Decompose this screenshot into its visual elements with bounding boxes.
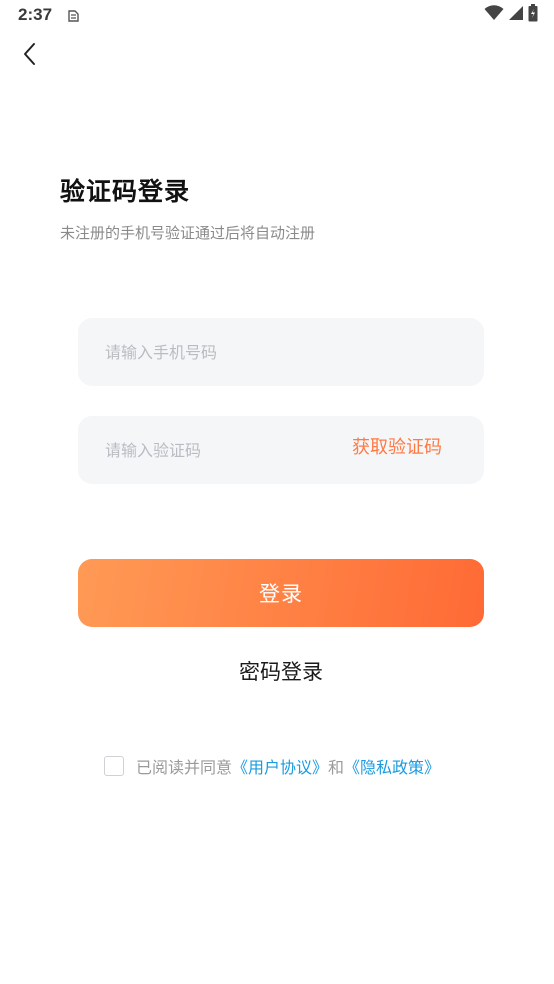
wifi-icon (484, 5, 504, 25)
password-login-link[interactable]: 密码登录 (0, 656, 554, 686)
code-field: 获取验证码 (78, 416, 484, 484)
agreement-and: 和 (328, 758, 345, 777)
page-subtitle: 未注册的手机号验证通过后将自动注册 (60, 224, 316, 242)
agreement-row: 已阅读并同意 《用户协议》 和 《隐私政策》 (104, 754, 440, 778)
code-input[interactable] (105, 416, 325, 484)
login-button[interactable]: 登录 (78, 559, 484, 627)
user-agreement-link[interactable]: 《用户协议》 (232, 754, 328, 778)
phone-input[interactable] (105, 318, 455, 386)
status-bar: 2:37 (0, 0, 554, 30)
page-title: 验证码登录 (60, 177, 191, 206)
status-icons (484, 4, 538, 26)
get-code-button[interactable]: 获取验证码 (352, 416, 442, 484)
agreement-checkbox[interactable] (104, 756, 124, 776)
status-time: 2:37 (18, 5, 53, 24)
back-button[interactable] (14, 40, 46, 72)
signal-icon (508, 5, 524, 25)
battery-icon (528, 4, 538, 26)
privacy-policy-link[interactable]: 《隐私政策》 (344, 754, 440, 778)
phone-field (78, 318, 484, 386)
notification-icon (66, 8, 80, 22)
chevron-left-icon (22, 42, 38, 70)
agreement-prefix: 已阅读并同意 (136, 758, 233, 777)
